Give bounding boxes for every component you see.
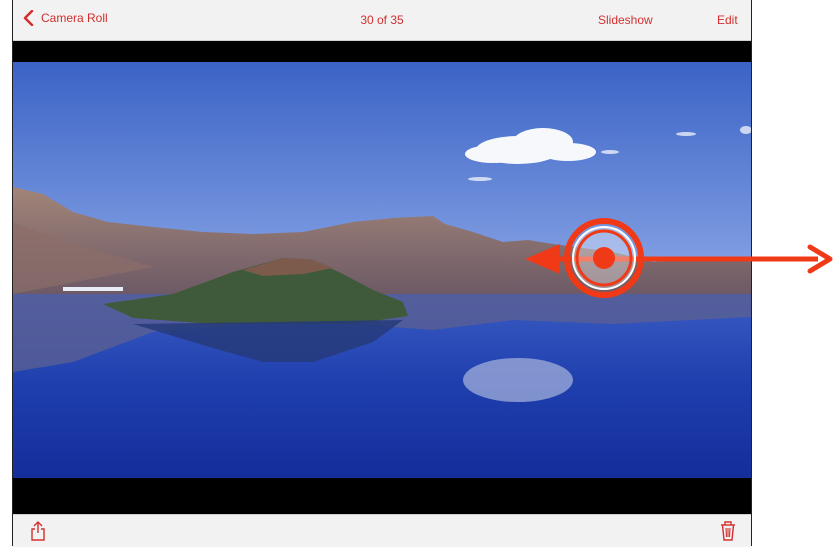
landscape-photo (13, 62, 751, 478)
photo-viewer: Camera Roll 30 of 35 Slideshow Edit (12, 0, 752, 547)
slideshow-button[interactable]: Slideshow (598, 13, 653, 27)
navigation-bar: Camera Roll 30 of 35 Slideshow Edit (13, 0, 751, 41)
trash-icon[interactable] (719, 520, 737, 542)
share-icon[interactable] (29, 520, 47, 542)
photo-image[interactable] (13, 62, 751, 478)
edit-button[interactable]: Edit (717, 13, 738, 27)
bottom-toolbar (13, 514, 751, 547)
